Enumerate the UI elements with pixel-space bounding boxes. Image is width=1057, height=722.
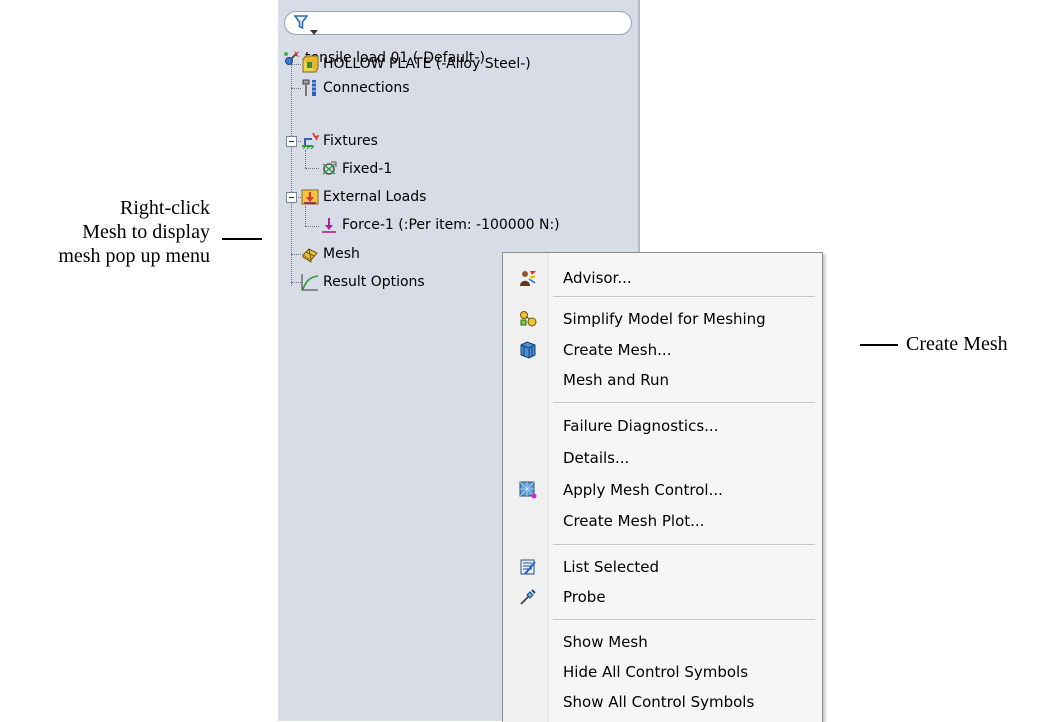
- menu-item-details[interactable]: Details...: [503, 443, 822, 473]
- menu-item-create-mesh-label: Create Mesh...: [563, 341, 672, 359]
- menu-separator: [553, 544, 815, 546]
- callout-create-mesh: Create Mesh: [906, 333, 1008, 355]
- menu-separator: [553, 402, 815, 404]
- simplify-icon: [519, 310, 537, 328]
- callout-line-3: mesh pop up menu: [58, 245, 210, 267]
- part-icon: [301, 55, 319, 73]
- force-icon: [320, 216, 338, 234]
- result-options-icon: [301, 273, 319, 291]
- menu-item-apply-mesh-control[interactable]: Apply Mesh Control...: [503, 475, 822, 505]
- menu-item-simplify-model[interactable]: Simplify Model for Meshing: [503, 304, 822, 334]
- fixtures-collapse-toggle[interactable]: [286, 136, 297, 147]
- menu-item-probe-label: Probe: [563, 588, 606, 606]
- tree-connector: [305, 150, 306, 168]
- menu-item-advisor[interactable]: Advisor...: [503, 263, 822, 293]
- fixed-icon: [320, 160, 338, 178]
- menu-item-show-mesh[interactable]: Show Mesh: [503, 627, 822, 657]
- menu-item-show-mesh-label: Show Mesh: [563, 633, 648, 651]
- external-loads-icon: [301, 188, 319, 206]
- menu-item-failure-diagnostics[interactable]: Failure Diagnostics...: [503, 411, 822, 441]
- tree-connector: [291, 88, 301, 89]
- menu-item-show-all-label: Show All Control Symbols: [563, 693, 755, 711]
- callout-right-click-mesh: Right-click Mesh to display mesh pop up …: [0, 196, 210, 268]
- tree-item-fixtures-label: Fixtures: [323, 133, 378, 149]
- menu-item-probe[interactable]: Probe: [503, 582, 822, 612]
- menu-item-show-all-control-symbols[interactable]: Show All Control Symbols: [503, 687, 822, 717]
- menu-item-advisor-label: Advisor...: [563, 269, 632, 287]
- menu-separator: [553, 619, 815, 621]
- tree-connector: [305, 206, 306, 226]
- external-loads-collapse-toggle[interactable]: [286, 192, 297, 203]
- fixtures-icon: [301, 132, 320, 150]
- mesh-icon: [301, 245, 319, 263]
- probe-icon: [519, 588, 537, 606]
- tree-connector: [305, 168, 319, 169]
- callout-right-leader: [860, 344, 898, 346]
- tree-item-fixed-label: Fixed-1: [342, 161, 393, 177]
- tree-item-external-loads-label: External Loads: [323, 189, 427, 205]
- menu-item-create-mesh-plot[interactable]: Create Mesh Plot...: [503, 506, 822, 536]
- menu-item-mesh-and-run-label: Mesh and Run: [563, 371, 670, 389]
- tree-connector: [291, 64, 292, 286]
- tree-item-result-options-label: Result Options: [323, 274, 425, 290]
- tree-connector: [305, 226, 319, 227]
- menu-item-list-selected-label: List Selected: [563, 558, 660, 576]
- menu-item-details-label: Details...: [563, 449, 630, 467]
- menu-item-hide-all-control-symbols[interactable]: Hide All Control Symbols: [503, 657, 822, 687]
- callout-line-1: Right-click: [120, 197, 210, 219]
- create-mesh-icon: [519, 341, 537, 359]
- list-selected-icon: [519, 558, 537, 576]
- menu-item-create-mesh-plot-label: Create Mesh Plot...: [563, 512, 705, 530]
- menu-item-list-selected[interactable]: List Selected: [503, 552, 822, 582]
- study-icon: [283, 49, 301, 67]
- menu-item-create-mesh[interactable]: Create Mesh...: [503, 335, 822, 365]
- menu-separator: [553, 296, 815, 298]
- connections-icon: [301, 79, 319, 97]
- menu-item-mesh-and-run[interactable]: Mesh and Run: [503, 365, 822, 395]
- menu-item-simplify-model-label: Simplify Model for Meshing: [563, 310, 766, 328]
- menu-item-apply-mesh-control-label: Apply Mesh Control...: [563, 481, 723, 499]
- filter-dropdown-icon[interactable]: [310, 20, 318, 39]
- mesh-control-icon: [519, 481, 537, 499]
- tree-connector: [291, 282, 301, 283]
- callout-line-2: Mesh to display: [82, 221, 210, 243]
- tree-item-force-label: Force-1 (:Per item: -100000 N:): [342, 217, 560, 233]
- tree-connector: [291, 254, 301, 255]
- mesh-context-menu: Advisor... Simplify Model for Meshing Cr…: [502, 252, 823, 722]
- menu-item-failure-diagnostics-label: Failure Diagnostics...: [563, 417, 719, 435]
- filter-icon[interactable]: [293, 15, 309, 34]
- advisor-icon: [519, 269, 537, 287]
- tree-item-mesh-label: Mesh: [323, 246, 360, 262]
- callout-left-leader: [222, 238, 262, 240]
- tree-item-part-label: HOLLOW PLATE (-Alloy Steel-): [323, 56, 531, 72]
- menu-item-hide-all-label: Hide All Control Symbols: [563, 663, 749, 681]
- tree-item-connections-label: Connections: [323, 80, 410, 96]
- filter-box[interactable]: [284, 11, 632, 35]
